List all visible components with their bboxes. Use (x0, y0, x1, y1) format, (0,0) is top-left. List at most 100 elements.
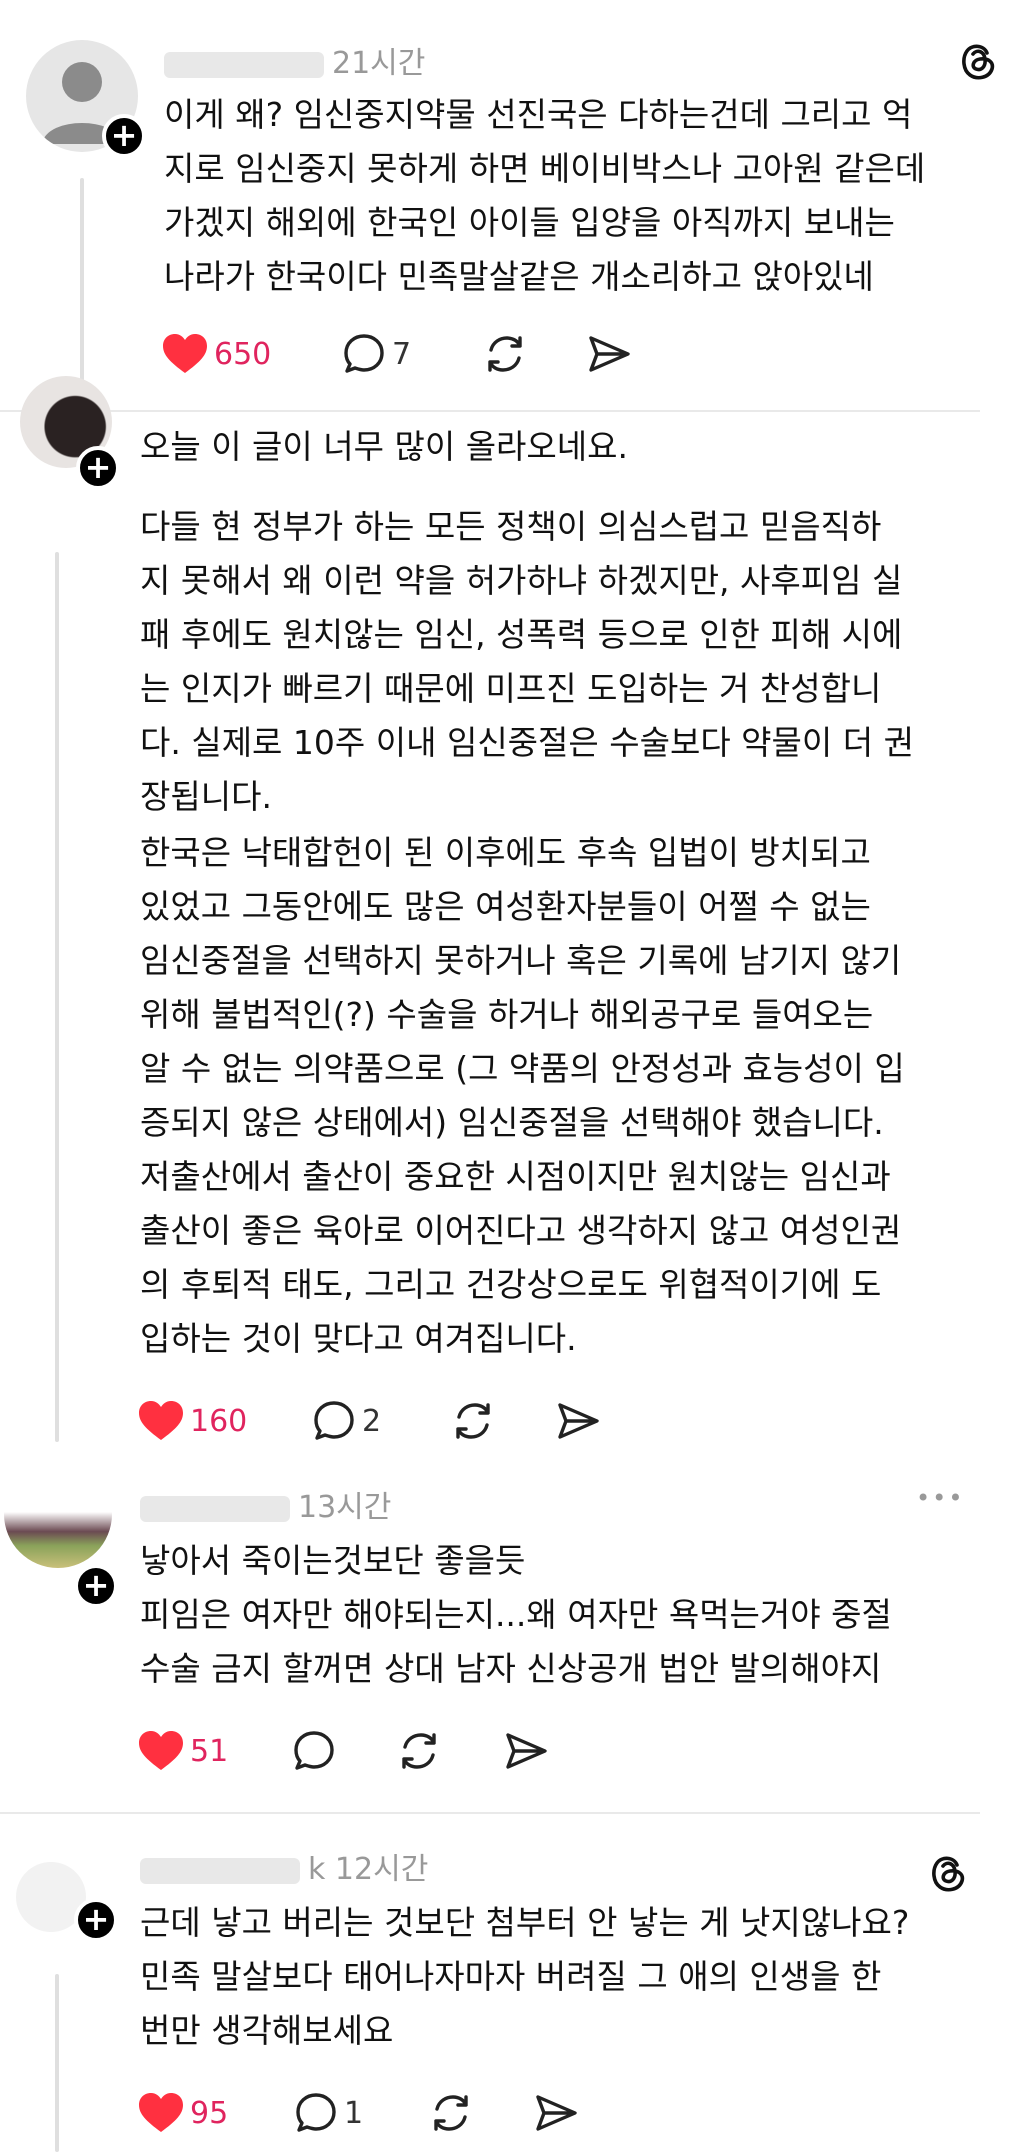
share-icon (589, 336, 630, 372)
post-time: 12시간 (334, 1852, 429, 1887)
post-line: 나라가 한국이다 민족말살같은 개소리하고 앉아있네 (164, 257, 874, 296)
like-button[interactable]: 650 (162, 329, 271, 379)
threads-logo-icon[interactable] (960, 40, 996, 80)
repost-icon (402, 1733, 436, 1769)
comment-button[interactable]: 1 (294, 2088, 363, 2138)
post-line: 위해 불법적인(?) 수술을 하거나 해외공구로 들여오는 (140, 995, 874, 1034)
post-line: 지 못해서 왜 이런 약을 허가하냐 하겠지만, 사후피임 실 (140, 561, 903, 600)
post-actions: 95 1 (138, 2088, 638, 2138)
post-line: 의 후퇴적 태도, 그리고 건강상으로도 위협적이기에 도 (140, 1265, 882, 1304)
like-count: 51 (190, 1733, 229, 1769)
post-line: 이게 왜? 임신중지약물 선진국은 다하는건데 그리고 억 (164, 95, 913, 134)
comment-button[interactable]: 7 (342, 329, 411, 379)
heart-icon (139, 1731, 183, 1770)
comment-count: 1 (344, 2095, 364, 2131)
post-line: 수술 금지 할꺼면 상대 남자 신상공개 법안 발의해야지 (140, 1649, 882, 1688)
heart-icon (139, 2093, 183, 2132)
post-line: 다들 현 정부가 하는 모든 정책이 의심스럽고 믿음직하 (140, 507, 882, 546)
post-line: 오늘 이 글이 너무 많이 올라오네요. (140, 427, 628, 466)
like-count: 160 (190, 1403, 248, 1439)
post-line: 는 인지가 빠르기 때문에 미프진 도입하는 거 찬성합니 (140, 669, 882, 708)
threads-logo-icon[interactable] (930, 1852, 966, 1892)
post-body: 이게 왜? 임신중지약물 선진국은 다하는건데 그리고 억 지로 임신중지 못하… (164, 88, 925, 304)
post-body-paragraph: 한국은 낙태합헌이 된 이후에도 후속 입법이 방치되고 있었고 그동안에도 많… (140, 826, 905, 1366)
post-actions: 51 (138, 1726, 638, 1776)
post-line: 한국은 낙태합헌이 된 이후에도 후속 입법이 방치되고 (140, 833, 871, 872)
heart-icon (163, 334, 207, 373)
share-icon (536, 2095, 577, 2131)
share-icon (558, 1403, 599, 1439)
like-button[interactable]: 160 (138, 1396, 247, 1446)
post-line: 가겠지 해외에 한국인 아이들 입양을 아직까지 보내는 (164, 203, 895, 242)
post-line: 저출산에서 출산이 중요한 시점이지만 원치않는 임신과 (140, 1157, 891, 1196)
post-line: 임신중절을 선택하지 못하거나 혹은 기록에 남기지 않기 (140, 941, 902, 980)
post-line: 지로 임신중지 못하게 하면 베이비박스나 고아원 같은데 (164, 149, 926, 188)
post-time: 13시간 (298, 1490, 392, 1525)
heart-icon (139, 1401, 183, 1440)
post-line: 피임은 여자만 해야되는지...왜 여자만 욕먹는거야 중절 (140, 1595, 892, 1634)
thread-line (55, 552, 59, 1442)
follow-plus-button[interactable]: + (74, 1898, 118, 1942)
blurred-username (140, 1495, 290, 1522)
post-meta: k 12시간 (140, 1844, 428, 1888)
comment-icon (294, 1731, 334, 1770)
post-line: 알 수 없는 의약품으로 (그 약품의 안정성과 효능성이 입 (140, 1049, 905, 1088)
repost-button[interactable] (396, 1726, 442, 1776)
post-meta: 21시간 (164, 38, 425, 82)
like-button[interactable]: 95 (138, 2088, 228, 2138)
repost-button[interactable] (428, 2088, 474, 2138)
comment-icon (296, 2093, 336, 2132)
blurred-username (164, 51, 324, 78)
share-icon (506, 1733, 547, 1769)
post-line: 있었고 그동안에도 많은 여성환자분들이 어쩔 수 없는 (140, 887, 871, 926)
comment-icon (314, 1401, 354, 1440)
post-time: 21시간 (332, 46, 426, 81)
repost-icon (488, 336, 522, 372)
follow-plus-button[interactable]: + (74, 1564, 118, 1608)
post-2: + 오늘 이 글이 너무 많이 올라오네요. 다들 현 정부가 하는 모든 정책… (0, 376, 1024, 1454)
share-button[interactable] (534, 2088, 578, 2138)
post-actions: 650 7 (162, 329, 662, 379)
repost-button[interactable] (450, 1396, 496, 1446)
post-line: 장됩니다. (140, 777, 272, 816)
comment-count: 7 (392, 336, 412, 372)
repost-icon (456, 1403, 490, 1439)
thread-line (80, 178, 84, 390)
follow-plus-button[interactable]: + (102, 114, 146, 158)
like-button[interactable]: 51 (138, 1726, 228, 1776)
post-body: 오늘 이 글이 너무 많이 올라오네요. (140, 420, 628, 474)
share-button[interactable] (556, 1396, 600, 1446)
post-body-paragraph: 다들 현 정부가 하는 모든 정책이 의심스럽고 믿음직하 지 못해서 왜 이런… (140, 500, 914, 824)
post-body: 근데 낳고 버리는 것보단 첨부터 안 낳는 게 낫지않나요? 민족 말살보다 … (140, 1896, 909, 2058)
follow-plus-button[interactable]: + (76, 446, 120, 490)
like-count: 650 (214, 336, 272, 372)
post-line: 출산이 좋은 육아로 이어진다고 생각하지 않고 여성인권 (140, 1211, 902, 1250)
post-line: 패 후에도 원치않는 임신, 성폭력 등으로 인한 피해 시에 (140, 615, 903, 654)
post-line: 다. 실제로 10주 이내 임신중절은 수술보다 약물이 더 권 (140, 723, 914, 762)
post-body: 낳아서 죽이는것보단 좋을듯 피임은 여자만 해야되는지...왜 여자만 욕먹는… (140, 1534, 892, 1696)
like-count: 95 (190, 2095, 229, 2131)
post-actions: 160 2 (138, 1396, 638, 1446)
comment-button[interactable]: 2 (312, 1396, 381, 1446)
comment-icon (344, 334, 384, 373)
post-meta: 13시간 (140, 1482, 391, 1526)
repost-icon (434, 2095, 468, 2131)
post-line: 낳아서 죽이는것보단 좋을듯 (140, 1541, 526, 1580)
share-button[interactable] (587, 329, 631, 379)
post-line: 증되지 않은 상태에서) 임신중절을 선택해야 했습니다. (140, 1103, 884, 1142)
post-line: 번만 생각해보세요 (140, 2011, 394, 2050)
more-options-button[interactable]: ••• (916, 1484, 964, 1512)
post-1: + 21시간 이게 왜? 임신중지약물 선진국은 다하는건데 그리고 억 지로 … (0, 0, 1024, 410)
post-line: 입하는 것이 맞다고 여겨집니다. (140, 1319, 577, 1358)
post-4: + k 12시간 근데 낳고 버리는 것보단 첨부터 안 낳는 게 낫지않나요?… (0, 1814, 1024, 2152)
comment-count: 2 (362, 1403, 382, 1439)
avatar[interactable] (4, 1512, 112, 1568)
post-3: + 13시간 ••• 낳아서 죽이는것보단 좋을듯 피임은 여자만 해야되는지.… (0, 1470, 1024, 1810)
post-time-prefix: k (308, 1852, 326, 1887)
blurred-username (140, 1857, 300, 1884)
thread-line (55, 1974, 59, 2152)
post-line: 근데 낳고 버리는 것보단 첨부터 안 낳는 게 낫지않나요? (140, 1903, 910, 1942)
comment-button[interactable] (292, 1726, 336, 1776)
share-button[interactable] (504, 1726, 548, 1776)
repost-button[interactable] (482, 329, 528, 379)
